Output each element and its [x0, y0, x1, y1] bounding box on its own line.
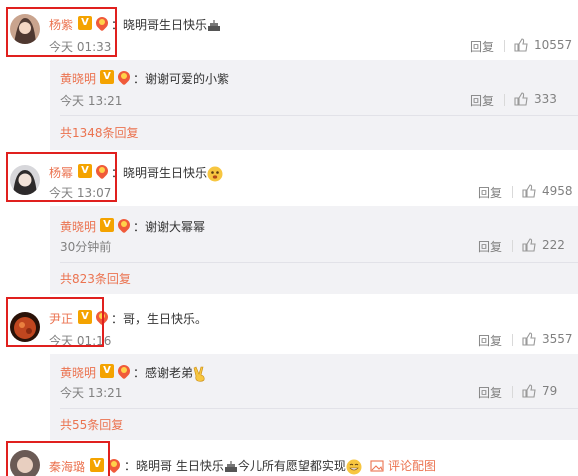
divider	[512, 186, 513, 198]
highlight-box	[6, 7, 117, 57]
divider	[512, 334, 513, 346]
reply-button[interactable]: 回复	[478, 238, 502, 255]
reply-time: 30分钟前	[60, 240, 112, 254]
reply-author[interactable]: 黄晓明	[60, 364, 96, 381]
reply-button[interactable]: 回复	[470, 92, 494, 109]
reply-button[interactable]: 回复	[478, 332, 502, 349]
author-badges: V	[100, 68, 133, 86]
reply-thread: 黄晓明 V ：感谢老弟 今天 13:21 回复 79 共55条回复	[50, 354, 578, 440]
reply-time: 今天 13:21	[60, 94, 123, 108]
comment-image-link[interactable]: 评论配图	[370, 457, 436, 474]
cake-icon	[208, 19, 221, 31]
thumb-up-icon	[522, 238, 536, 252]
heart-medal-icon	[115, 362, 133, 380]
like-button[interactable]: 4958	[522, 184, 573, 198]
reply-button[interactable]: 回复	[470, 38, 494, 55]
thumb-up-icon	[522, 384, 536, 398]
like-count: 79	[542, 384, 558, 398]
reply-author[interactable]: 黄晓明	[60, 70, 96, 87]
divider	[60, 262, 578, 263]
like-button[interactable]: 222	[522, 238, 565, 252]
like-count: 333	[534, 92, 557, 106]
divider	[60, 115, 578, 116]
reply-button[interactable]: 回复	[478, 384, 502, 401]
like-button[interactable]: 3557	[522, 332, 573, 346]
reply-text: ：感谢老弟	[133, 364, 207, 382]
more-replies-link[interactable]: 共55条回复	[60, 416, 123, 433]
comment-image-label: 评论配图	[388, 459, 437, 473]
reply-text: ：谢谢可爱的小紫	[133, 72, 230, 86]
divider	[504, 94, 505, 106]
smile-emoji-icon	[207, 166, 223, 181]
author-badges: V	[100, 216, 133, 234]
image-icon	[370, 459, 384, 472]
like-button[interactable]: 333	[514, 92, 557, 106]
reply-author[interactable]: 黄晓明	[60, 218, 96, 235]
thumb-up-icon	[514, 38, 528, 52]
divider	[512, 386, 513, 398]
heart-medal-icon	[115, 68, 133, 86]
reply-text: ：谢谢大幂幂	[133, 220, 206, 234]
comment-text: ：晓明哥生日快乐	[111, 16, 221, 33]
thumb-up-icon	[522, 332, 536, 346]
divider	[60, 408, 578, 409]
v-badge-icon: V	[100, 70, 114, 84]
highlight-box	[6, 297, 104, 347]
smile-emoji-icon	[346, 459, 362, 474]
more-replies-link[interactable]: 共1348条回复	[60, 124, 139, 141]
heart-medal-icon	[115, 216, 133, 234]
more-replies-link[interactable]: 共823条回复	[60, 270, 131, 287]
like-count: 4958	[542, 184, 573, 198]
reply-time: 今天 13:21	[60, 386, 123, 400]
cake-icon	[224, 460, 237, 472]
author-badges: V	[100, 362, 133, 380]
reply-thread: 黄晓明 V ：谢谢可爱的小紫 今天 13:21 回复 333 共1348条回复	[50, 60, 578, 150]
divider	[512, 240, 513, 252]
like-count: 10557	[534, 38, 573, 52]
reply-button[interactable]: 回复	[478, 184, 502, 201]
thumb-up-icon	[522, 184, 536, 198]
comment-text: ：晓明哥生日快乐	[111, 164, 223, 182]
reply-thread: 黄晓明 V ：谢谢大幂幂 30分钟前 回复 222 共823条回复	[50, 206, 578, 294]
thumb-up-icon	[514, 92, 528, 106]
like-count: 3557	[542, 332, 573, 346]
comment-text: ：晓明哥 生日快乐 今儿所有愿望都实现	[124, 457, 362, 475]
comment-text: ：哥，生日快乐。	[111, 312, 208, 326]
like-button[interactable]: 79	[522, 384, 557, 398]
v-badge-icon: V	[100, 364, 114, 378]
v-badge-icon: V	[100, 218, 114, 232]
divider	[504, 40, 505, 52]
like-count: 222	[542, 238, 565, 252]
victory-hand-icon	[193, 366, 205, 382]
highlight-box	[6, 152, 117, 202]
highlight-box	[6, 441, 110, 476]
like-button[interactable]: 10557	[514, 38, 572, 52]
